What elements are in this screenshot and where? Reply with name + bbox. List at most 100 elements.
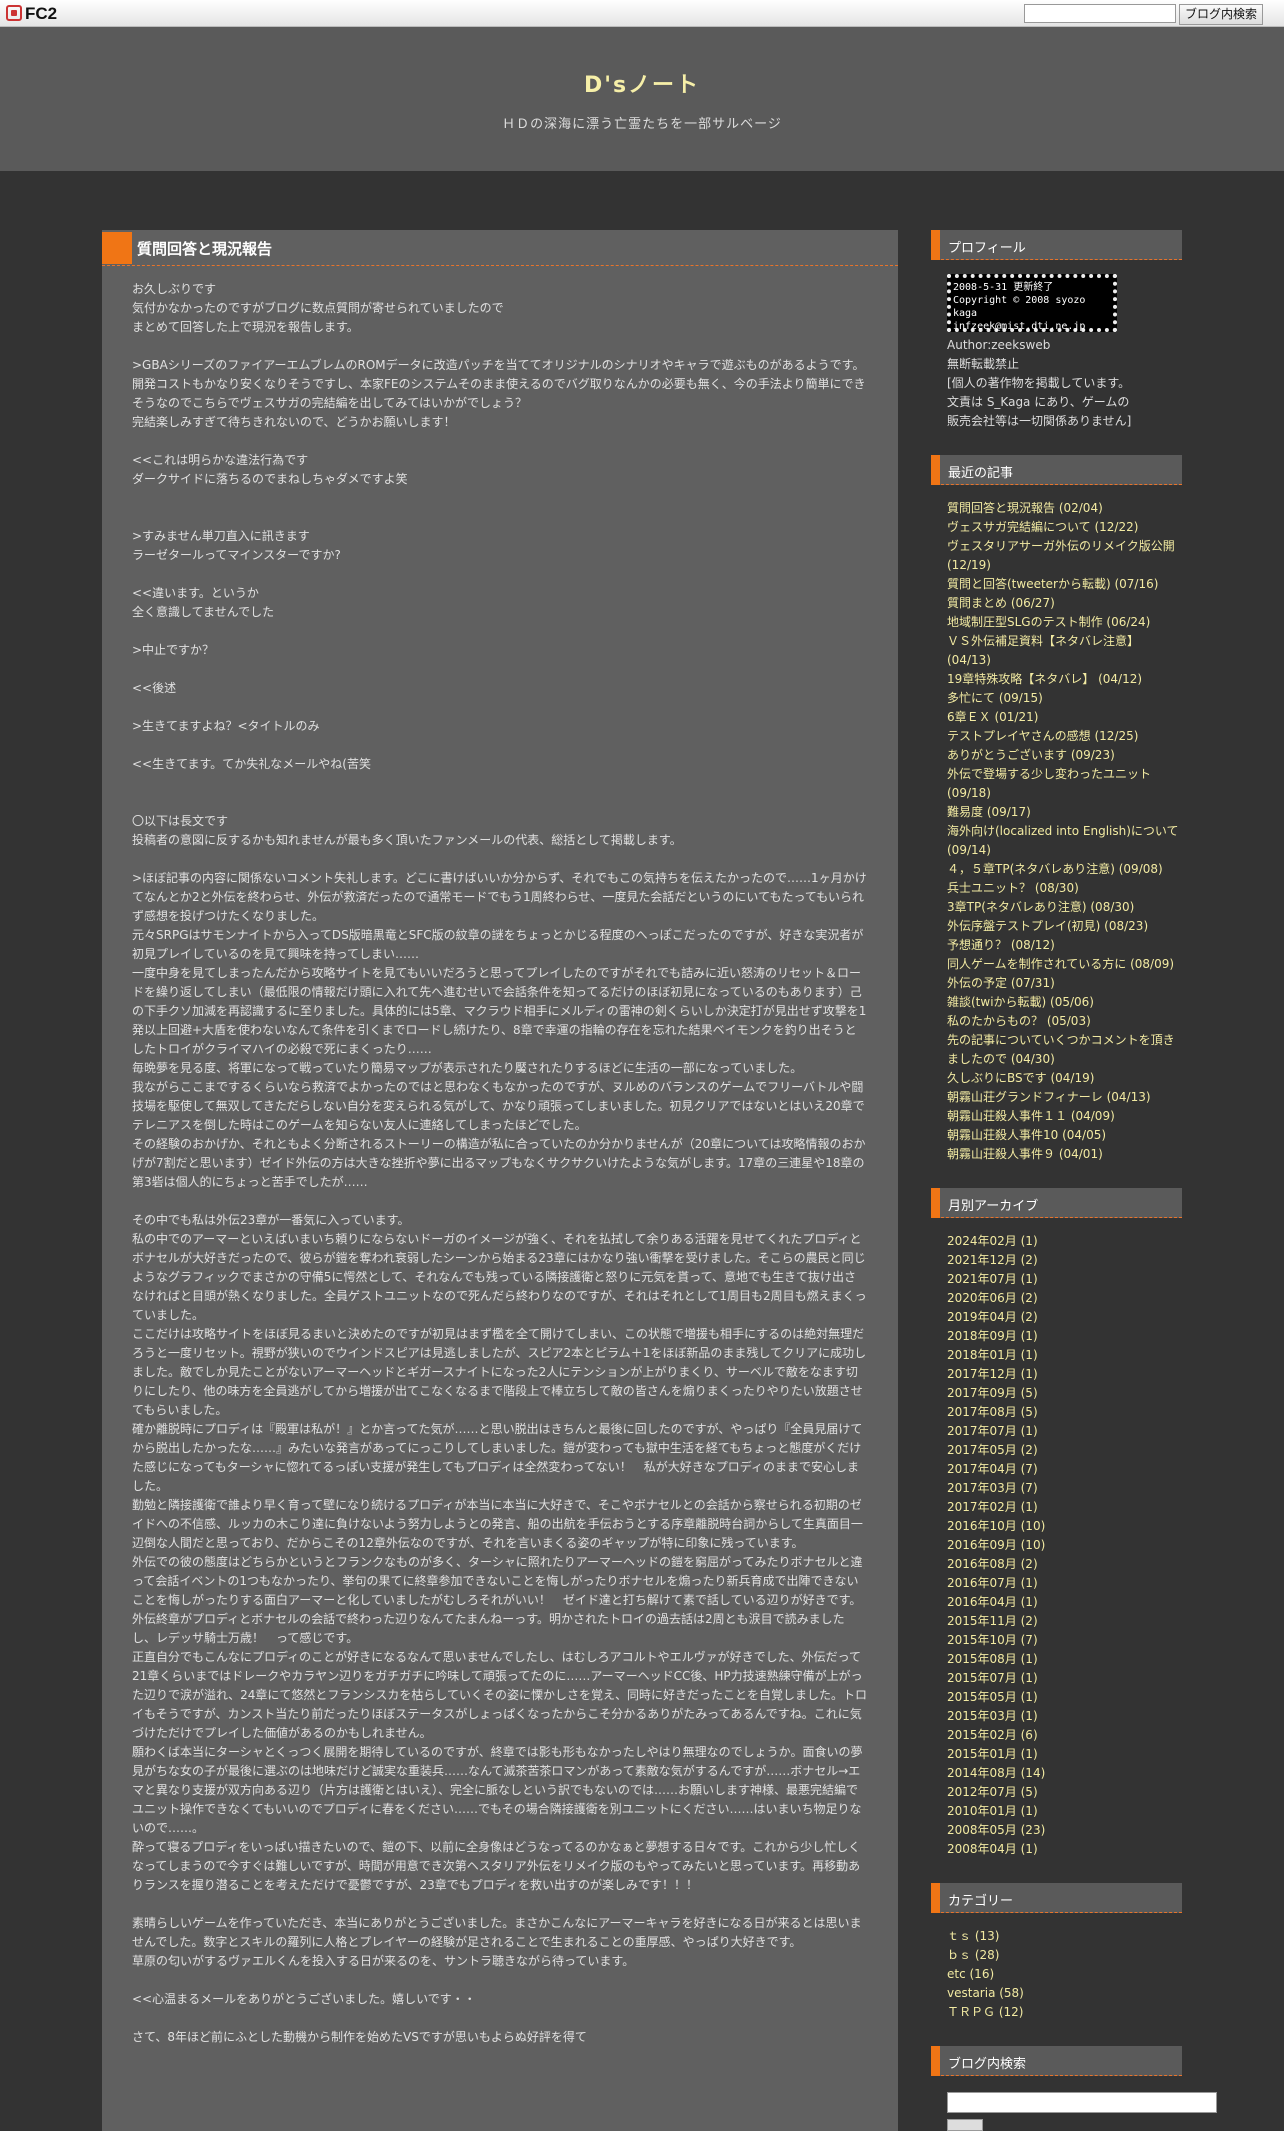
site-subtitle: ＨＤの深海に漂う亡霊たちを一部サルベージ [502, 117, 782, 132]
archive-month-link[interactable]: 2021年12月 (2) [947, 1251, 1182, 1270]
fc2-search-input[interactable] [1024, 4, 1176, 23]
archive-month-link[interactable]: 2019年04月 (2) [947, 1308, 1182, 1327]
entry-paragraph: <<心温まるメールをありがとうございました。嬉しいです・・ [132, 1992, 476, 2006]
archive-month-link[interactable]: 2015年03月 (1) [947, 1707, 1182, 1726]
recent-entry-link[interactable]: 質問回答と現況報告 (02/04) [947, 499, 1182, 518]
category-link[interactable]: ＴＲＰＧ (12) [947, 2003, 1182, 2022]
entry-paragraph: その経験のおかげか、それともよく分断されるストーリーの構造が私に合っていたのか分… [132, 1137, 866, 1189]
archive-month-link[interactable]: 2016年10月 (10) [947, 1517, 1182, 1536]
archive-month-link[interactable]: 2017年07月 (1) [947, 1422, 1182, 1441]
recent-entry-link[interactable]: ＶＳ外伝補足資料【ネタバレ注意】 (04/13) [947, 632, 1182, 670]
recent-entry-link[interactable]: 地域制圧型SLGのテスト制作 (06/24) [947, 613, 1182, 632]
archive-month-link[interactable]: 2016年09月 (10) [947, 1536, 1182, 1555]
recent-entry-link[interactable]: 兵士ユニット？ (08/30) [947, 879, 1182, 898]
archive-month-link[interactable]: 2015年11月 (2) [947, 1612, 1182, 1631]
recent-entry-link[interactable]: 6章ＥＸ (01/21) [947, 708, 1182, 727]
archive-month-link[interactable]: 2008年05月 (23) [947, 1821, 1182, 1840]
archive-month-link[interactable]: 2017年02月 (1) [947, 1498, 1182, 1517]
category-link[interactable]: ｂｓ (28) [947, 1946, 1182, 1965]
entry-paragraph: 素晴らしいゲームを作っていただき、本当にありがとうございました。まさかこんなにア… [132, 1916, 862, 1949]
recent-entry-link[interactable]: 同人ゲームを制作されている方に (08/09) [947, 955, 1182, 974]
entry-paragraph: >ほぼ記事の内容に関係ないコメント失礼します。どこに書けばいいか分からず、それで… [132, 871, 867, 923]
recent-entry-link[interactable]: ヴェスサガ完結編について (12/22) [947, 518, 1182, 537]
recent-entry-link[interactable]: 外伝序盤テストプレイ(初見) (08/23) [947, 917, 1182, 936]
recent-entry-link[interactable]: 私のたからもの？ (05/03) [947, 1012, 1182, 1031]
recent-entry-link[interactable]: 海外向け(localized into English)について (09/14) [947, 822, 1182, 860]
archive-month-link[interactable]: 2015年02月 (6) [947, 1726, 1182, 1745]
recent-entry-link[interactable]: ４，５章TP(ネタバレあり注意) (09/08) [947, 860, 1182, 879]
archive-month-link[interactable]: 2017年08月 (5) [947, 1403, 1182, 1422]
recent-entry-link[interactable]: ありがとうございます (09/23) [947, 746, 1182, 765]
archive-month-link[interactable]: 2018年01月 (1) [947, 1346, 1182, 1365]
archive-month-link[interactable]: 2017年03月 (7) [947, 1479, 1182, 1498]
archive-month-link[interactable]: 2015年01月 (1) [947, 1745, 1182, 1764]
recent-entry-link[interactable]: 先の記事についていくつかコメントを頂きましたので (04/30) [947, 1031, 1182, 1069]
archive-month-link[interactable]: 2010年01月 (1) [947, 1802, 1182, 1821]
archive-month-link[interactable]: 2014年08月 (14) [947, 1764, 1182, 1783]
recent-entry-link[interactable]: 質問まとめ (06/27) [947, 594, 1182, 613]
fc2-logo-icon [6, 5, 22, 21]
archive-month-link[interactable]: 2017年05月 (2) [947, 1441, 1182, 1460]
profile-author: Author:zeeksweb [947, 338, 1051, 352]
recent-entry-link[interactable]: 外伝の予定 (07/31) [947, 974, 1182, 993]
archive-month-link[interactable]: 2012年07月 (5) [947, 1783, 1182, 1802]
fc2-search-button[interactable]: ブログ内検索 [1179, 4, 1263, 25]
archive-month-link[interactable]: 2020年06月 (2) [947, 1289, 1182, 1308]
archive-month-link[interactable]: 2024年02月 (1) [947, 1232, 1182, 1251]
recent-entry-link[interactable]: 3章TP(ネタバレあり注意) (08/30) [947, 898, 1182, 917]
archive-header: 月別アーカイブ [931, 1188, 1182, 1218]
archive-month-link[interactable]: 2021年07月 (1) [947, 1270, 1182, 1289]
archive-month-link[interactable]: 2015年07月 (1) [947, 1669, 1182, 1688]
entry-title[interactable]: 質問回答と現況報告 [137, 238, 272, 259]
archive-month-link[interactable]: 2017年09月 (5) [947, 1384, 1182, 1403]
profile-body: 2008-5-31 更新終了 Copyright © 2008 syozo kag… [931, 274, 1182, 431]
recent-header-marker [931, 455, 940, 485]
recent-entry-link[interactable]: 難易度 (09/17) [947, 803, 1182, 822]
profile-line: 無断転載禁止 [947, 357, 1020, 371]
archive-month-link[interactable]: 2016年07月 (1) [947, 1574, 1182, 1593]
recent-entry-link[interactable]: 予想通り？ (08/12) [947, 936, 1182, 955]
category-link[interactable]: etc (16) [947, 1965, 1182, 1984]
blog-search-input[interactable] [947, 2092, 1217, 2113]
archive-month-link[interactable]: 2017年04月 (7) [947, 1460, 1182, 1479]
recent-entry-link[interactable]: 朝霧山荘殺人事件９ (04/01) [947, 1145, 1182, 1164]
entry-paragraph: 私の中でのアーマーといえばいまいち頼りにならないドーガのイメージが強く、それを払… [132, 1232, 867, 1322]
site-title[interactable]: D'sノート [0, 67, 1284, 99]
recent-entry-link[interactable]: 19章特殊攻略【ネタバレ】 (04/12) [947, 670, 1182, 689]
entry-paragraph: 一度中身を見てしまったんだから攻略サイトを見てもいいだろうと思ってプレイしたので… [132, 966, 867, 1056]
recent-entry-link[interactable]: 多忙にて (09/15) [947, 689, 1182, 708]
archive-month-link[interactable]: 2016年04月 (1) [947, 1593, 1182, 1612]
recent-entry-link[interactable]: 朝霧山荘グランドフィナーレ (04/13) [947, 1088, 1182, 1107]
recent-entry-link[interactable]: テストプレイヤさんの感想 (12/25) [947, 727, 1182, 746]
recent-entry-link[interactable]: 朝霧山荘殺人事件10 (04/05) [947, 1126, 1182, 1145]
recent-entry-link[interactable]: 雑談(twiから転載) (05/06) [947, 993, 1182, 1012]
category-link[interactable]: ｔｓ (13) [947, 1927, 1182, 1946]
profile-header: プロフィール [931, 230, 1182, 260]
blog-search-button[interactable] [947, 2119, 983, 2131]
recent-entry-link[interactable]: 久しぶりにBSです (04/19) [947, 1069, 1182, 1088]
archive-month-link[interactable]: 2008年04月 (1) [947, 1840, 1182, 1859]
recent-entry-link[interactable]: 外伝で登場する少し変わったユニット (09/18) [947, 765, 1182, 803]
fc2-logo[interactable]: FC2 [6, 4, 57, 24]
entry-paragraph: 願わくば本当にターシャとくっつく展開を期待しているのですが、終章では影も形もなか… [132, 1745, 863, 1835]
recent-entry-link[interactable]: 朝霧山荘殺人事件１１ (04/09) [947, 1107, 1182, 1126]
entry-paragraph: 完結楽しみすぎて待ちきれないので、どうかお願いします！ [132, 415, 456, 429]
sidebar: プロフィール 2008-5-31 更新終了 Copyright © 2008 sy… [931, 230, 1217, 2131]
recent-entry-link[interactable]: 質問と回答(tweeterから転載) (07/16) [947, 575, 1182, 594]
archive-month-link[interactable]: 2015年10月 (7) [947, 1631, 1182, 1650]
recent-entry-link[interactable]: ヴェスタリアサーガ外伝のリメイク版公開 (12/19) [947, 537, 1182, 575]
category-link[interactable]: vestaria (58) [947, 1984, 1182, 2003]
entry-paragraph: 草原の匂いがするヴァエルくんを投入する日が来るのを、サントラ聴きながら待っていま… [132, 1954, 635, 1968]
archive-month-link[interactable]: 2015年08月 (1) [947, 1650, 1182, 1669]
entry-paragraph: 毎晩夢を見る度、将軍になって戦っていたり簡易マップが表示されたり魘されたりするほ… [132, 1061, 803, 1075]
archive-month-link[interactable]: 2016年08月 (2) [947, 1555, 1182, 1574]
entry-paragraph: >中止ですか？ [132, 643, 215, 657]
archive-month-link[interactable]: 2015年05月 (1) [947, 1688, 1182, 1707]
archive-month-link[interactable]: 2017年12月 (1) [947, 1365, 1182, 1384]
archive-month-link[interactable]: 2018年09月 (1) [947, 1327, 1182, 1346]
